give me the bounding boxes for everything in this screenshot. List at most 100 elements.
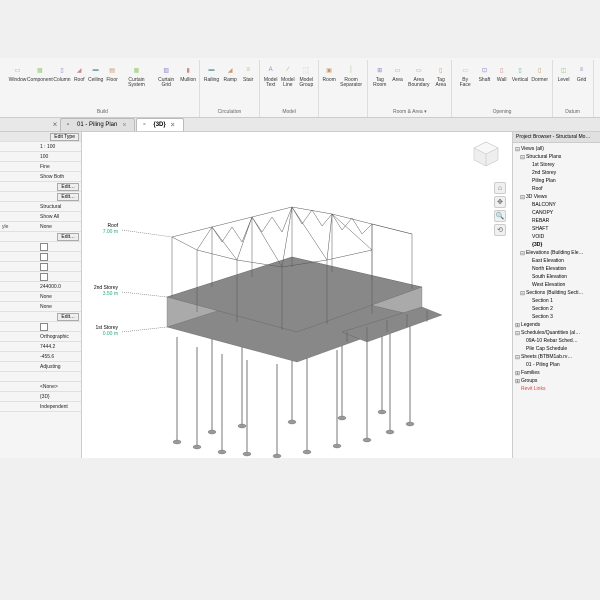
- tree-twisty-icon[interactable]: ⊞: [514, 322, 521, 329]
- property-edit-button[interactable]: Edit…: [57, 233, 79, 241]
- tree-item[interactable]: SHAFT: [514, 225, 599, 233]
- property-value[interactable]: 100: [38, 154, 81, 160]
- tree-twisty-icon[interactable]: ⊟: [519, 290, 526, 297]
- tree-item[interactable]: BALCONY: [514, 201, 599, 209]
- tree-item[interactable]: South Elevation: [514, 273, 599, 281]
- tree-item[interactable]: 09A-10 Rebar Sched…: [514, 337, 599, 345]
- property-value[interactable]: Orthographic: [38, 334, 81, 340]
- tree-item[interactable]: ⊟Sheets (BTBM1ab.rv…: [514, 353, 599, 361]
- property-value[interactable]: Fine: [38, 164, 81, 170]
- tree-item[interactable]: Section 1: [514, 297, 599, 305]
- tree-twisty-icon[interactable]: ⊟: [519, 250, 526, 257]
- ribbon-curtain-system-button[interactable]: ▦Curtain System: [121, 62, 152, 89]
- tree-item[interactable]: {3D}: [514, 241, 599, 249]
- ribbon-floor-button[interactable]: ▤Floor: [105, 62, 119, 84]
- ribbon-grid-button[interactable]: ≡Grid: [574, 62, 590, 84]
- tree-twisty-icon[interactable]: ⊟: [514, 146, 521, 153]
- property-checkbox[interactable]: [40, 253, 48, 261]
- ribbon-vertical-button[interactable]: ▯Vertical: [511, 62, 529, 84]
- property-value[interactable]: <None>: [38, 384, 81, 390]
- ribbon-model-text-button[interactable]: AModel Text: [263, 62, 278, 89]
- property-edit-button[interactable]: Edit…: [57, 183, 79, 191]
- tree-item[interactable]: Section 2: [514, 305, 599, 313]
- ribbon-component-button[interactable]: ▦Component: [28, 62, 52, 84]
- tree-item[interactable]: ⊞Legends: [514, 321, 599, 329]
- ribbon-model-line-button[interactable]: ∕Model Line: [280, 62, 295, 89]
- ribbon-roof-button[interactable]: ◢Roof: [72, 62, 86, 84]
- property-value[interactable]: Independent: [38, 404, 81, 410]
- tree-item[interactable]: North Elevation: [514, 265, 599, 273]
- ribbon-room-separator-button[interactable]: │Room Separator: [338, 62, 364, 89]
- tree-item[interactable]: Section 3: [514, 313, 599, 321]
- ribbon-window-button[interactable]: ▭Window: [9, 62, 26, 84]
- tree-item[interactable]: CANOPY: [514, 209, 599, 217]
- property-value[interactable]: None: [38, 304, 81, 310]
- property-value[interactable]: 1 : 100: [38, 144, 81, 150]
- tree-item[interactable]: 01 - Piling Plan: [514, 361, 599, 369]
- tree-item[interactable]: ⊟Views (all): [514, 145, 599, 153]
- tree-item[interactable]: REBAR: [514, 217, 599, 225]
- property-value[interactable]: Adjusting: [38, 364, 81, 370]
- ribbon-room-button[interactable]: ▣Room: [322, 62, 336, 84]
- property-value[interactable]: {3D}: [38, 394, 81, 400]
- ribbon-dormer-button[interactable]: ▯Dormer: [531, 62, 549, 84]
- tree-item[interactable]: ⊟Sections (Building Secti…: [514, 289, 599, 297]
- nav-pan-icon[interactable]: ✥: [494, 196, 506, 208]
- ribbon-area-boundary-button[interactable]: ▭Area Boundary: [407, 62, 432, 89]
- tree-twisty-icon[interactable]: ⊞: [514, 378, 521, 385]
- ribbon-wall-button[interactable]: ▯Wall: [494, 62, 509, 84]
- tree-twisty-icon[interactable]: ⊟: [519, 154, 526, 161]
- tree-item[interactable]: Pile Cap Schedule: [514, 345, 599, 353]
- tree-item[interactable]: Roof: [514, 185, 599, 193]
- ribbon-set-button[interactable]: ≡Set: [597, 62, 600, 84]
- property-edit-button[interactable]: Edit…: [57, 313, 79, 321]
- tree-item[interactable]: ⊞Groups: [514, 377, 599, 385]
- view-cube[interactable]: [470, 138, 502, 170]
- tree-twisty-icon[interactable]: ⊟: [514, 330, 521, 337]
- tree-item[interactable]: Revit Links: [514, 385, 599, 393]
- ribbon-column-button[interactable]: ▯Column: [54, 62, 71, 84]
- tree-twisty-icon[interactable]: ⊞: [514, 370, 521, 377]
- ribbon-ramp-button[interactable]: ◢Ramp: [222, 62, 238, 84]
- view-tab[interactable]: ▫01 - Piling Plan×: [60, 118, 135, 131]
- tree-item[interactable]: East Elevation: [514, 257, 599, 265]
- ribbon-shaft-button[interactable]: ⊡Shaft: [477, 62, 492, 84]
- tree-item[interactable]: ⊟Schedules/Quantities (al…: [514, 329, 599, 337]
- ribbon-model-group-button[interactable]: ⿲Model Group: [297, 62, 315, 89]
- ribbon-mullion-button[interactable]: ▮Mullion: [181, 62, 196, 84]
- ribbon-tag-room-button[interactable]: ⊞Tag Room: [371, 62, 388, 89]
- nav-orbit-icon[interactable]: ⟲: [494, 224, 506, 236]
- property-checkbox[interactable]: [40, 243, 48, 251]
- tab-close-icon[interactable]: ×: [169, 122, 177, 129]
- property-checkbox[interactable]: [40, 263, 48, 271]
- nav-zoom-icon[interactable]: 🔍: [494, 210, 506, 222]
- tree-twisty-icon[interactable]: ⊟: [514, 354, 521, 361]
- property-checkbox[interactable]: [40, 273, 48, 281]
- property-value[interactable]: None: [38, 224, 81, 230]
- 3d-viewport[interactable]: Roof 7.00 m 2nd Storey 3.50 m 1st Storey…: [82, 132, 512, 458]
- property-value[interactable]: Show Both: [38, 174, 81, 180]
- property-edit-button[interactable]: Edit…: [57, 193, 79, 201]
- tab-close-icon[interactable]: ×: [120, 122, 128, 129]
- property-value[interactable]: -455.6: [38, 354, 81, 360]
- tree-item[interactable]: VOID: [514, 233, 599, 241]
- ribbon-tag-area-button[interactable]: ▯Tag Area: [433, 62, 448, 89]
- tree-item[interactable]: 1st Storey: [514, 161, 599, 169]
- view-tab[interactable]: ▫{3D}×: [136, 118, 183, 131]
- edit-type-button[interactable]: Edit Type: [50, 133, 79, 141]
- tree-item[interactable]: ⊟Structural Plans: [514, 153, 599, 161]
- property-checkbox[interactable]: [40, 323, 48, 331]
- tree-item[interactable]: Piling Plan: [514, 177, 599, 185]
- property-value[interactable]: 244000.0: [38, 284, 81, 290]
- tree-item[interactable]: ⊞Families: [514, 369, 599, 377]
- ribbon-by-face-button[interactable]: ▭By Face: [455, 62, 474, 89]
- ribbon-railing-button[interactable]: ▬Railing: [203, 62, 220, 84]
- property-value[interactable]: None: [38, 294, 81, 300]
- tabs-close-icon[interactable]: ×: [50, 120, 60, 129]
- property-value[interactable]: Show All: [38, 214, 81, 220]
- tree-twisty-icon[interactable]: ⊟: [519, 194, 526, 201]
- ribbon-area-button[interactable]: ▭Area: [391, 62, 405, 84]
- ribbon-curtain-grid-button[interactable]: ▥Curtain Grid: [154, 62, 179, 89]
- property-value[interactable]: 7444.2: [38, 344, 81, 350]
- property-value[interactable]: Structural: [38, 204, 81, 210]
